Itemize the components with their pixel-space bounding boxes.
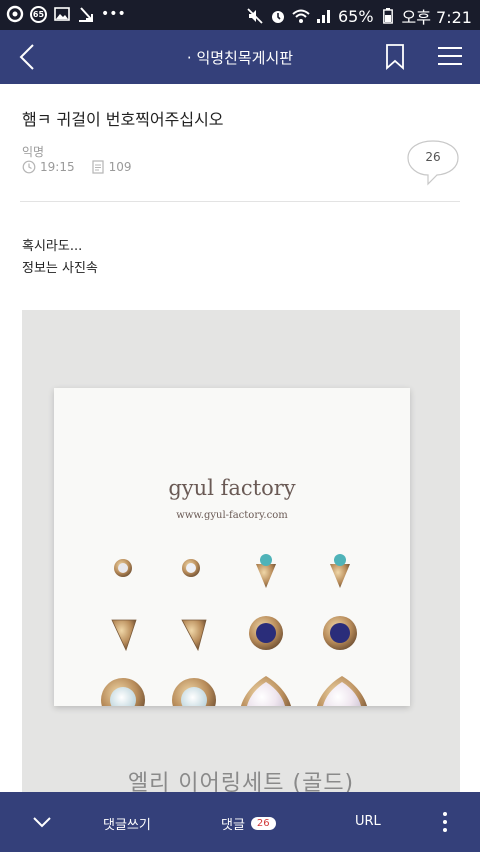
view-count: 109 [108, 160, 132, 174]
post-body-line: 혹시라도... [22, 239, 83, 254]
earring-sapphire-2 [323, 616, 357, 650]
earring-crystal-stud-2 [182, 559, 200, 577]
mute-icon [246, 7, 264, 25]
gallery-icon [53, 5, 71, 23]
board-title: · 익명친목게시판 [186, 49, 294, 67]
write-comment-button[interactable]: 댓글쓰기 [103, 814, 151, 833]
alarm-icon [269, 7, 287, 25]
comments-badge: 26 [250, 817, 276, 830]
more-notifications-icon: ••• [101, 6, 126, 22]
battery-icon [379, 7, 397, 25]
earring-opal-disc-1 [101, 678, 145, 706]
bottom-bar: 댓글쓰기 댓글 26 URL [0, 792, 480, 852]
more-options-button[interactable] [438, 810, 452, 834]
comments-button[interactable]: 댓글 26 [221, 814, 276, 833]
photo-caption: 엘리 이어링세트 (골드) [127, 771, 355, 792]
download-icon [77, 5, 95, 23]
menu-button[interactable] [438, 45, 462, 67]
earring-pearl-drop-2 [317, 676, 367, 706]
clock: 오후 7:21 [401, 8, 472, 27]
hamburger-icon [438, 47, 462, 65]
document-icon [91, 160, 104, 174]
notification-count-badge: 65 [30, 5, 47, 23]
earring-gold-triangle-1 [111, 619, 137, 652]
post-title: 햄ㅋ 귀걸이 번호찍어주십시오 [22, 110, 224, 129]
post-photo[interactable]: gyul factory www.gyul-factory.com 엘리 이어링… [22, 310, 460, 792]
post-meta: 19:15 109 [22, 160, 132, 174]
comments-label: 댓글 [221, 818, 245, 833]
chevron-down-icon [33, 817, 51, 828]
post-author: 익명 [22, 145, 45, 159]
scroll-down-button[interactable] [30, 812, 54, 832]
earring-turquoise-cone-2 [330, 554, 350, 588]
earring-crystal-stud-1 [114, 559, 132, 577]
top-nav-bar: · 익명친목게시판 [0, 30, 480, 84]
earring-gold-triangle-2 [181, 619, 207, 652]
battery-percent: 65% [337, 6, 374, 26]
earrings-illustration [101, 554, 367, 706]
signal-icon [315, 7, 333, 25]
more-vertical-icon [443, 812, 447, 832]
status-bar: 65 ••• 65% 오후 7:21 [0, 0, 480, 30]
earring-turquoise-cone-1 [256, 554, 276, 588]
earring-opal-disc-2 [172, 678, 216, 706]
earring-card: gyul factory www.gyul-factory.com [54, 388, 410, 706]
post-body-line: 정보는 사진속 [22, 261, 98, 276]
post-time: 19:15 [40, 160, 75, 174]
post-body: 혹시라도... 정보는 사진속 [22, 236, 98, 280]
earring-pearl-drop-1 [241, 676, 291, 706]
divider [20, 201, 460, 202]
clock-icon [22, 160, 36, 174]
earring-sapphire-1 [249, 616, 283, 650]
bookmark-button[interactable] [384, 43, 406, 71]
app-notification-icon [6, 5, 24, 23]
url-button[interactable]: URL [355, 814, 381, 829]
bookmark-icon [386, 44, 404, 70]
comment-count: 26 [425, 150, 441, 164]
wifi-icon [292, 7, 310, 25]
